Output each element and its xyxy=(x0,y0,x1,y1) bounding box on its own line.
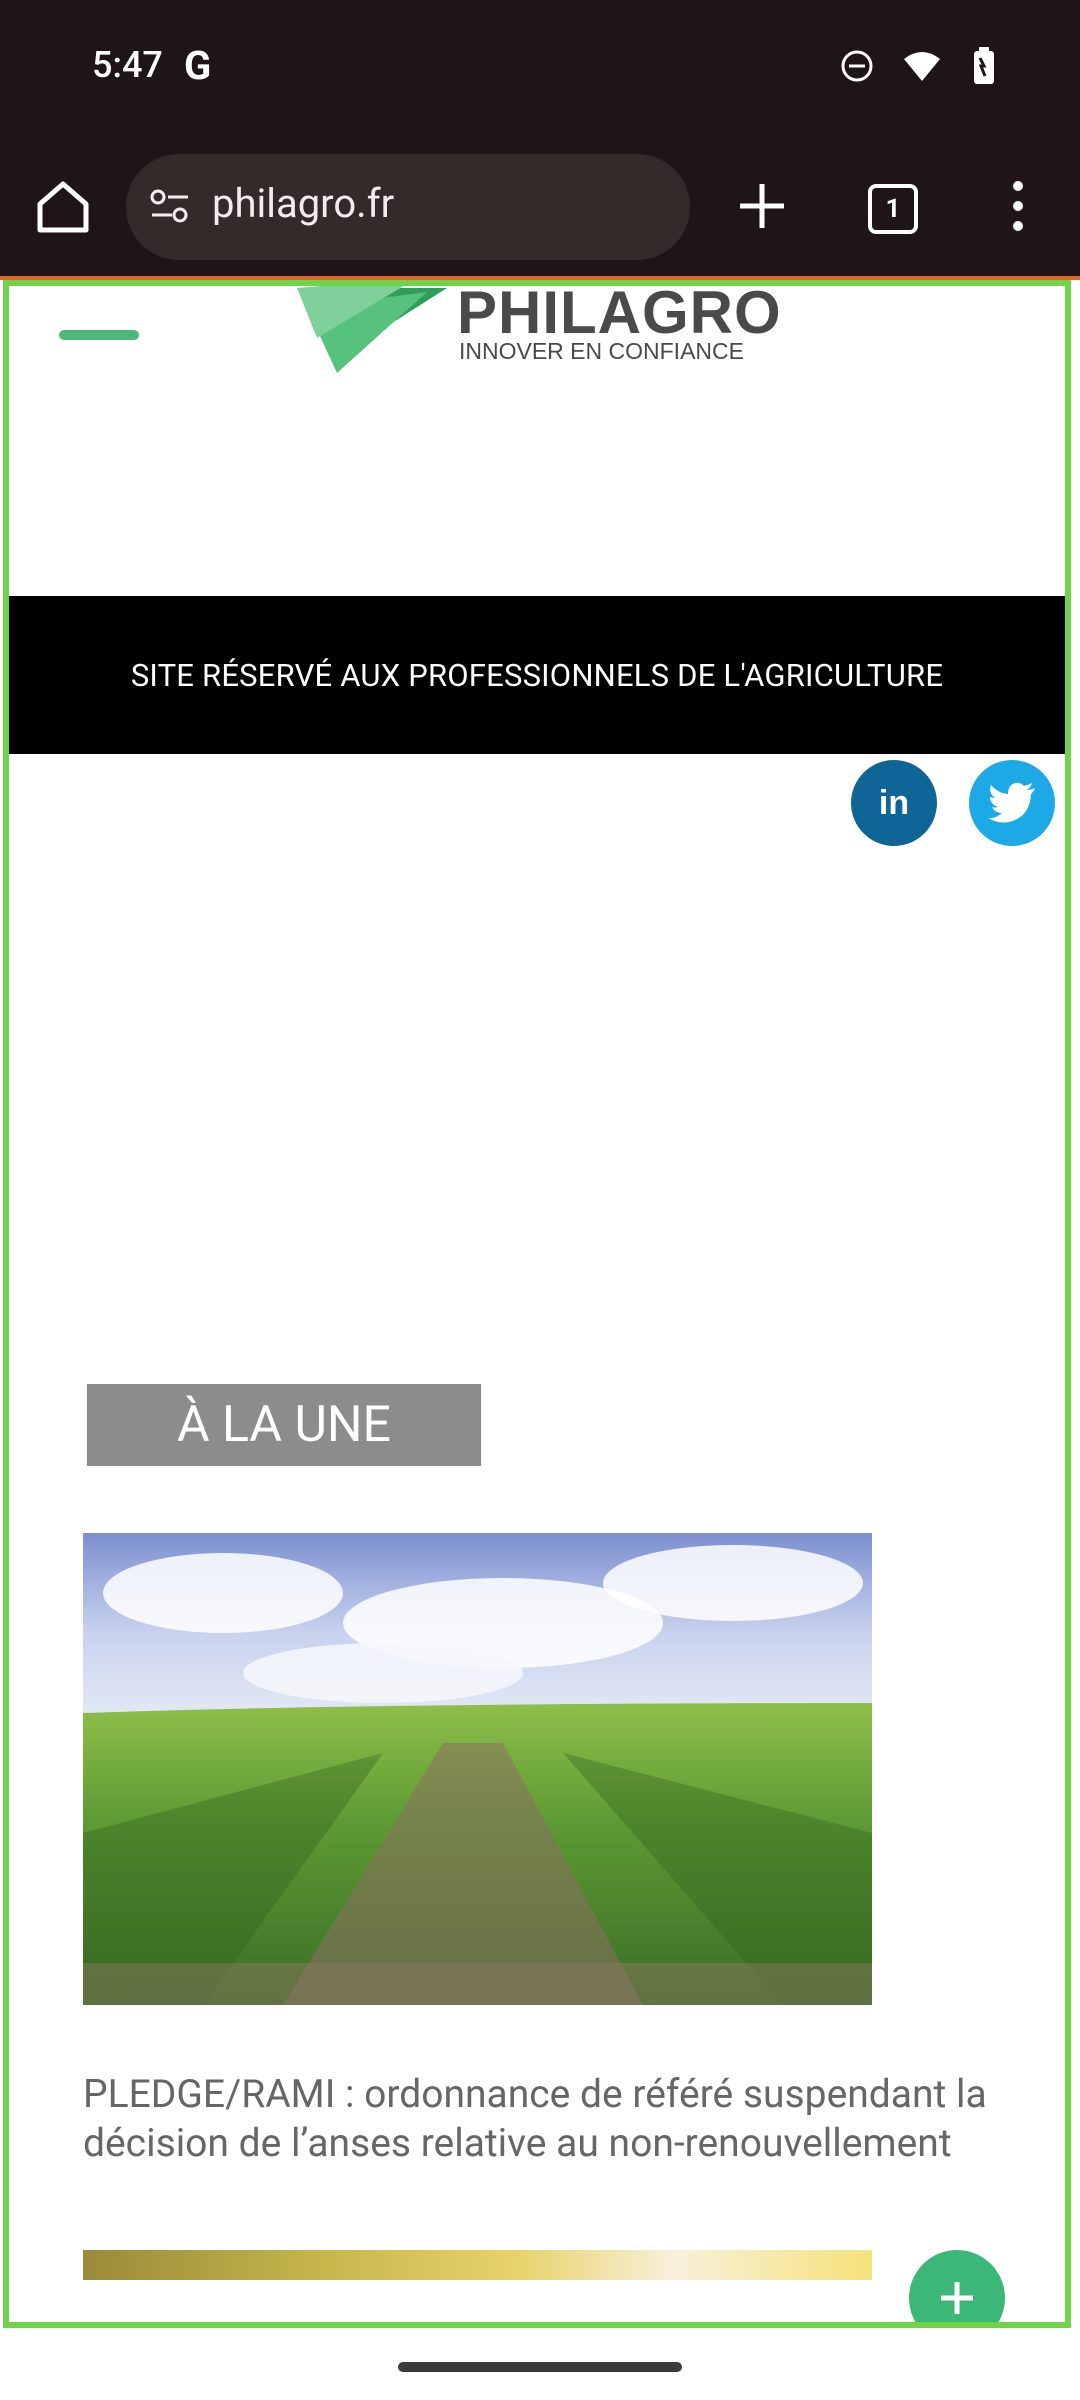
logo-name: PHILAGRO xyxy=(457,280,782,346)
status-time: 5:47 xyxy=(92,44,163,86)
hamburger-menu-icon[interactable] xyxy=(59,330,139,340)
google-icon: G xyxy=(184,42,212,89)
tabs-button[interactable]: 1 xyxy=(868,184,918,234)
new-tab-icon[interactable] xyxy=(730,174,794,238)
logo-tagline: INNOVER EN CONFIANCE xyxy=(459,338,744,364)
section-label: À LA UNE xyxy=(87,1384,481,1466)
logo-mark-icon xyxy=(297,286,447,373)
site-logo[interactable]: PHILAGRO INNOVER EN CONFIANCE xyxy=(297,280,797,388)
status-bar: 5:47 G xyxy=(0,0,1080,140)
home-icon[interactable] xyxy=(30,174,96,240)
plus-icon xyxy=(941,2282,973,2314)
wifi-icon xyxy=(904,52,940,81)
article-image-vineyard[interactable] xyxy=(83,1533,872,2005)
vineyard-image xyxy=(83,1533,872,2005)
article-image-next[interactable] xyxy=(83,2250,872,2280)
site-settings-icon[interactable] xyxy=(148,185,192,229)
twitter-bird-icon xyxy=(988,782,1035,823)
do-not-disturb-icon xyxy=(841,50,873,82)
menu-icon[interactable] xyxy=(1000,174,1036,238)
status-icons xyxy=(840,46,1000,86)
floating-add-button[interactable] xyxy=(909,2250,1005,2322)
navigation-handle[interactable] xyxy=(398,2362,682,2372)
linkedin-icon[interactable]: in xyxy=(851,760,937,846)
address-bar[interactable]: philagro.fr xyxy=(126,154,690,260)
professional-banner: SITE RÉSERVÉ AUX PROFESSIONNELS DE L'AGR… xyxy=(9,596,1065,754)
browser-toolbar: philagro.fr 1 xyxy=(0,140,1080,278)
twitter-icon[interactable] xyxy=(969,760,1055,846)
url-text: philagro.fr xyxy=(212,180,395,227)
web-page: PHILAGRO INNOVER EN CONFIANCE SITE RÉSER… xyxy=(3,280,1071,2328)
battery-icon xyxy=(974,47,994,84)
article-title[interactable]: PLEDGE/RAMI : ordonnance de référé suspe… xyxy=(83,2070,1003,2168)
